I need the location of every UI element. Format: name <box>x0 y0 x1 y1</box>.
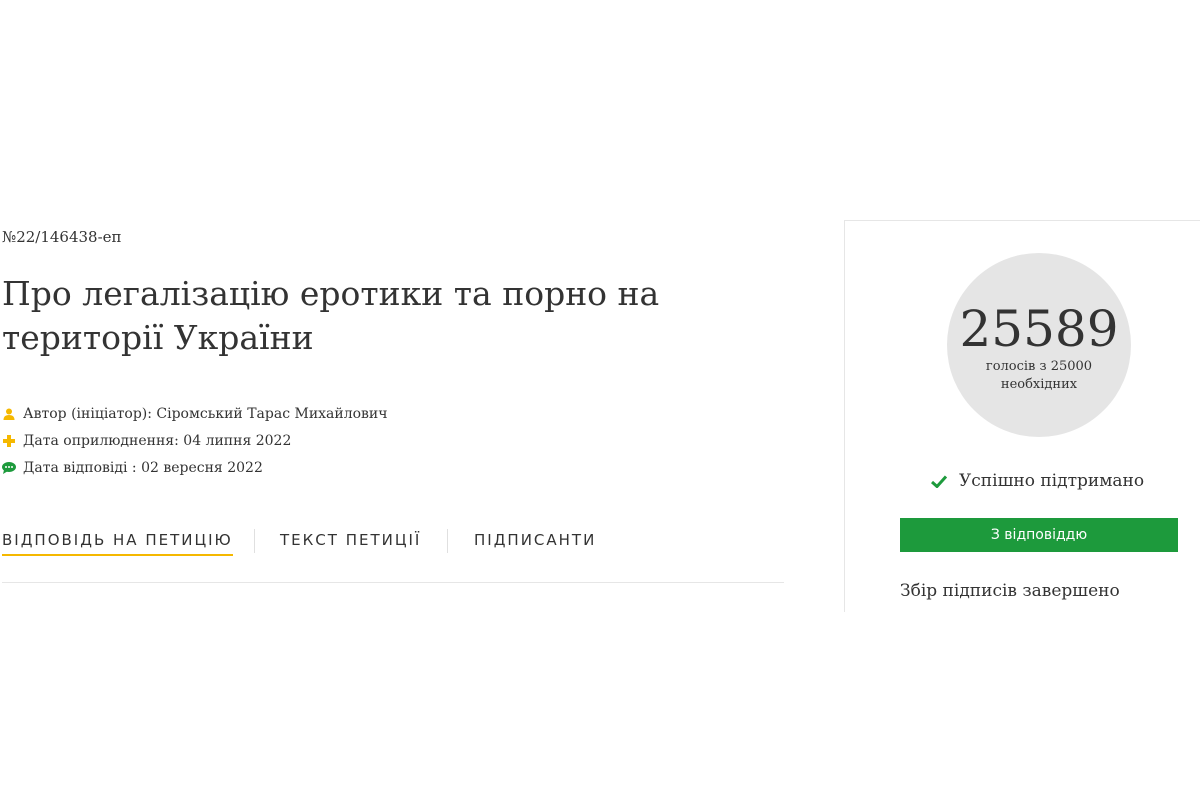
vote-caption-line1: голосів з 25000 <box>985 359 1093 374</box>
meta-published-text: Дата оприлюднення: 04 липня 2022 <box>23 432 292 449</box>
meta-answered: Дата відповіді : 02 вересня 2022 <box>2 454 388 481</box>
check-icon <box>931 474 947 488</box>
tab-answer[interactable]: ВІДПОВІДЬ НА ПЕТИЦІЮ <box>2 526 233 556</box>
with-answer-button[interactable]: З відповіддю <box>900 518 1178 552</box>
collection-status: Збір підписів завершено <box>900 581 1120 601</box>
tab-petition-text[interactable]: ТЕКСТ ПЕТИЦІЇ <box>280 526 421 554</box>
plus-icon <box>2 434 16 448</box>
tab-divider <box>447 529 448 553</box>
petition-tabs: ВІДПОВІДЬ НА ПЕТИЦІЮ ТЕКСТ ПЕТИЦІЇ ПІДПИ… <box>2 526 784 583</box>
support-status-text: Успішно підтримано <box>959 471 1145 491</box>
tab-divider <box>254 529 255 553</box>
vote-count: 25589 <box>959 300 1119 358</box>
meta-author: Автор (ініціатор): Сіромський Тарас Миха… <box>2 400 388 427</box>
meta-answered-text: Дата відповіді : 02 вересня 2022 <box>23 459 263 476</box>
vote-caption: голосів з 25000 необхідних <box>947 358 1131 394</box>
user-icon <box>2 407 16 421</box>
vote-caption-line2: необхідних <box>1000 377 1078 392</box>
meta-author-text: Автор (ініціатор): Сіромський Тарас Миха… <box>23 405 388 422</box>
petition-meta-list: Автор (ініціатор): Сіромський Тарас Миха… <box>2 400 388 481</box>
meta-published: Дата оприлюднення: 04 липня 2022 <box>2 427 388 454</box>
petition-title: Про легалізацію еротики та порно на тери… <box>2 274 660 357</box>
petition-number: №22/146438-еп <box>2 228 122 246</box>
vote-counter-circle: 25589 голосів з 25000 необхідних <box>947 253 1131 437</box>
comment-icon <box>2 461 16 475</box>
support-status: Успішно підтримано <box>931 471 1144 491</box>
tab-signers[interactable]: ПІДПИСАНТИ <box>474 526 596 554</box>
vote-side-panel: 25589 голосів з 25000 необхідних Успішно… <box>844 220 1200 612</box>
